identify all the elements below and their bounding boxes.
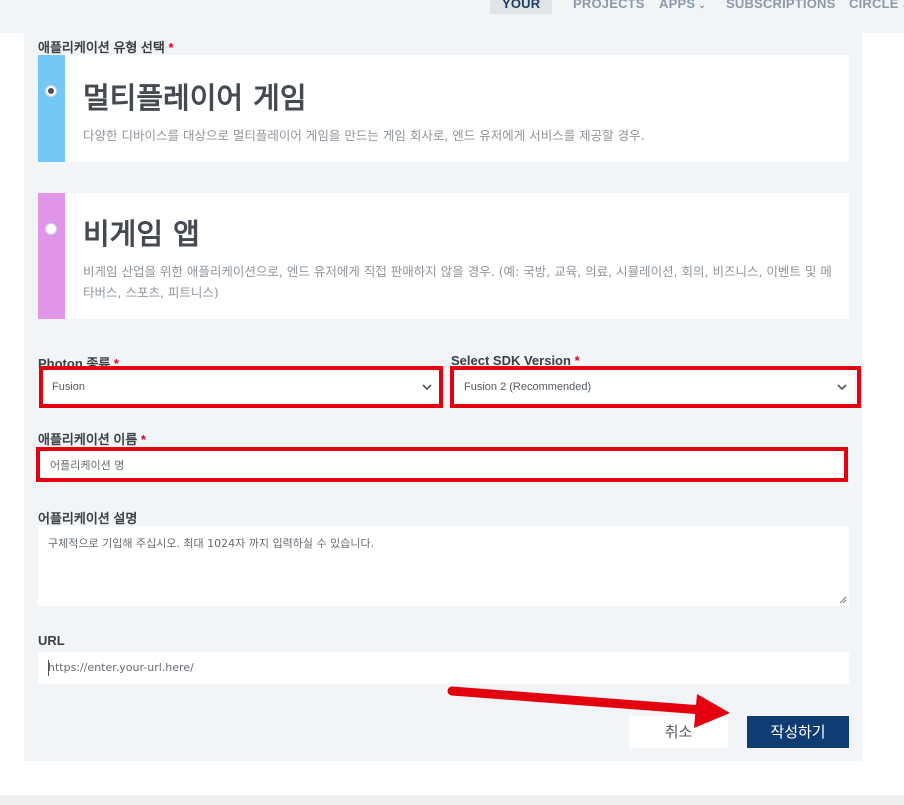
nav-item-circle[interactable]: CIRCLE⌄: [849, 0, 904, 14]
sdk-version-select[interactable]: Fusion 2 (Recommended): [454, 372, 854, 402]
top-navigation: YOUR PROJECTS APPS ⌄ SUBSCRIPTIONS CIRCLE…: [0, 0, 904, 33]
app-type-label: 애플리케이션 유형 선택 *: [38, 40, 174, 55]
radio-multiplayer-game[interactable]: [45, 85, 57, 97]
option-color-stripe: [38, 55, 65, 162]
option-card-non-game-app[interactable]: 비게임 앱 비게임 산업을 위한 애플리케이션으로, 엔드 유저에게 직접 판매…: [38, 193, 849, 319]
option-title: 비게임 앱: [83, 217, 200, 251]
text-cursor: [48, 660, 49, 676]
app-description-textarea[interactable]: 구체적으로 기입해 주십시오. 최대 1024자 까지 입력하실 수 있습니다.: [38, 526, 849, 606]
photon-type-label: Photon 종류 *: [38, 356, 119, 371]
url-label: URL: [38, 633, 65, 648]
page-footer: [0, 795, 904, 805]
app-description-label: 어플리케이션 설명: [38, 511, 138, 526]
option-color-stripe: [38, 193, 65, 319]
app-name-input[interactable]: 어플리케이션 명: [40, 450, 842, 478]
app-name-label: 애플리케이션 이름 *: [38, 432, 146, 447]
option-description: 다양한 디바이스를 대상으로 멀티플레이어 게임을 만드는 게임 회사로, 엔드…: [83, 128, 645, 143]
resize-handle-icon[interactable]: [839, 596, 847, 604]
option-description: 비게임 산업을 위한 애플리케이션으로, 엔드 유저에게 직접 판매하지 않을 …: [83, 264, 832, 300]
cancel-button[interactable]: 취소: [629, 716, 728, 748]
chevron-down-icon: [837, 384, 847, 391]
chevron-down-icon: [422, 384, 432, 391]
nav-item-your[interactable]: YOUR: [490, 0, 553, 14]
sdk-version-label: Select SDK Version *: [451, 353, 580, 368]
chevron-down-icon: ⌄: [698, 0, 706, 10]
nav-item-projects[interactable]: PROJECTS: [573, 0, 645, 14]
option-title: 멀티플레이어 게임: [83, 81, 307, 115]
url-input[interactable]: https://enter.your-url.here/: [38, 652, 849, 684]
nav-item-subscriptions[interactable]: SUBSCRIPTIONS: [726, 0, 836, 14]
submit-button[interactable]: 작성하기: [747, 716, 849, 748]
option-card-multiplayer-game[interactable]: 멀티플레이어 게임 다양한 디바이스를 대상으로 멀티플레이어 게임을 만드는 …: [38, 55, 849, 162]
radio-non-game-app[interactable]: [45, 223, 57, 235]
photon-type-select[interactable]: Fusion: [42, 372, 439, 402]
nav-item-apps[interactable]: APPS ⌄: [659, 0, 706, 14]
